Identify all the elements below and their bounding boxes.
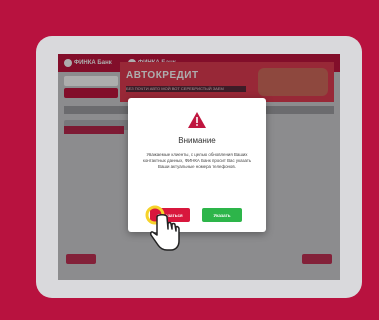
- confirm-button[interactable]: Указать: [202, 208, 242, 222]
- modal-title: Внимание: [178, 136, 216, 145]
- hand-pointer-icon: [145, 205, 180, 251]
- warning-triangle-icon: [188, 112, 206, 128]
- confirm-button-label: Указать: [213, 212, 231, 218]
- modal-message: Уважаемые клиенты, с целью обновления Ва…: [142, 152, 252, 169]
